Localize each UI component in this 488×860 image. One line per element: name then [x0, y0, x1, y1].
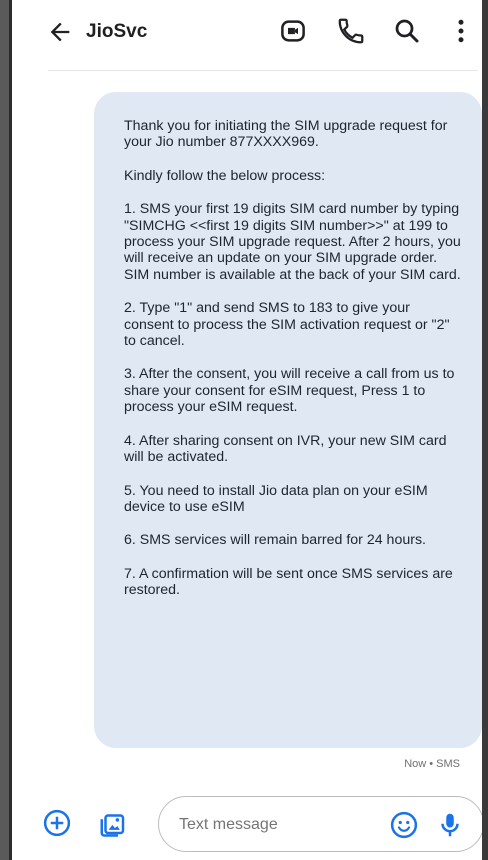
- message-input-container[interactable]: [158, 796, 484, 852]
- message-paragraph: 4. After sharing consent on IVR, your ne…: [124, 432, 447, 466]
- message-paragraph: Kindly follow the below process:: [124, 167, 326, 184]
- message-paragraph: 3. After the consent, you will receive a…: [124, 366, 455, 416]
- message-paragraph: 6. SMS services will remain barred for 2…: [124, 532, 426, 549]
- conversation-title: JioSvc: [86, 21, 148, 42]
- header-divider: [48, 70, 478, 71]
- gallery-icon[interactable]: [98, 808, 128, 838]
- more-vert-icon[interactable]: [446, 16, 476, 46]
- phone-icon[interactable]: [336, 16, 366, 46]
- back-arrow-icon[interactable]: [46, 18, 74, 46]
- search-icon[interactable]: [392, 16, 422, 46]
- message-paragraph: 2. Type "1" and send SMS to 183 to give …: [124, 300, 450, 350]
- message-timestamp: Now • SMS: [404, 758, 460, 770]
- message-paragraph: 5. You need to install Jio data plan on …: [124, 482, 428, 515]
- window-edge: [482, 0, 488, 860]
- message-input[interactable]: [179, 816, 379, 834]
- message-paragraph: Thank you for initiating the SIM upgrade…: [124, 118, 448, 151]
- message-bubble[interactable]: Thank you for initiating the SIM upgrade…: [94, 92, 482, 748]
- conversation-header: JioSvc: [12, 0, 488, 72]
- mic-icon[interactable]: [435, 810, 465, 840]
- message-paragraph: 7. A confirmation will be sent once SMS …: [124, 565, 453, 599]
- messages-screen: JioSvc Thank you for initiating the SIM …: [9, 0, 488, 860]
- add-icon[interactable]: [42, 808, 72, 838]
- video-call-icon[interactable]: [278, 16, 308, 46]
- emoji-icon[interactable]: [389, 810, 419, 840]
- message-paragraph: 1. SMS your first 19 digits SIM card num…: [124, 201, 461, 283]
- composer-bar: [12, 786, 488, 860]
